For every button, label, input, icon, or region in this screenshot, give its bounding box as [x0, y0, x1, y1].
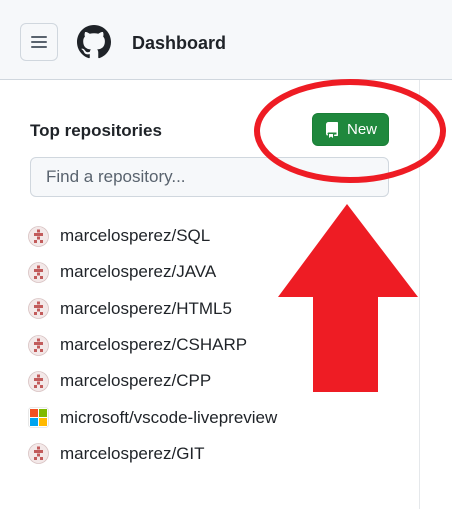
top-repositories-heading: Top repositories — [30, 121, 162, 140]
repo-item-html5[interactable]: marcelosperez/HTML5 — [28, 291, 277, 327]
microsoft-logo-icon — [28, 407, 49, 429]
new-repository-button[interactable]: New — [312, 113, 389, 146]
identicon-avatar-icon — [28, 370, 49, 392]
new-button-label: New — [346, 121, 377, 138]
up-arrow-annotation — [278, 204, 418, 392]
repo-item-git[interactable]: marcelosperez/GIT — [28, 436, 277, 472]
repo-link[interactable]: marcelosperez/SQL — [60, 226, 210, 246]
identicon-avatar-icon — [28, 443, 49, 465]
identicon-avatar-icon — [28, 262, 49, 283]
column-divider — [419, 80, 420, 509]
repo-link[interactable]: marcelosperez/GIT — [60, 444, 205, 464]
repo-item-cpp[interactable]: marcelosperez/CPP — [28, 363, 277, 399]
top-header: Dashboard — [0, 0, 452, 80]
github-logo-icon[interactable] — [77, 25, 111, 59]
repo-icon — [325, 121, 338, 138]
page-title: Dashboard — [132, 33, 227, 53]
menu-button[interactable] — [20, 23, 58, 61]
hamburger-icon — [31, 36, 47, 48]
repo-link[interactable]: marcelosperez/CPP — [60, 371, 211, 391]
identicon-avatar-icon — [28, 298, 49, 320]
repo-link[interactable]: marcelosperez/JAVA — [60, 262, 216, 282]
identicon-avatar-icon — [28, 334, 49, 356]
repo-link[interactable]: microsoft/vscode-livepreview — [60, 408, 277, 428]
repo-item-sql[interactable]: marcelosperez/SQL — [28, 218, 277, 254]
repo-item-csharp[interactable]: marcelosperez/CSHARP — [28, 327, 277, 363]
repo-link[interactable]: marcelosperez/HTML5 — [60, 299, 232, 319]
repo-item-vscode-livepreview[interactable]: microsoft/vscode-livepreview — [28, 399, 277, 435]
repo-link[interactable]: marcelosperez/CSHARP — [60, 335, 247, 355]
find-repository-input[interactable] — [30, 157, 389, 197]
repo-item-java[interactable]: marcelosperez/JAVA — [28, 254, 277, 290]
identicon-avatar-icon — [28, 225, 49, 247]
repository-list: marcelosperez/SQL marcelosperez/JAVA mar… — [28, 218, 277, 472]
